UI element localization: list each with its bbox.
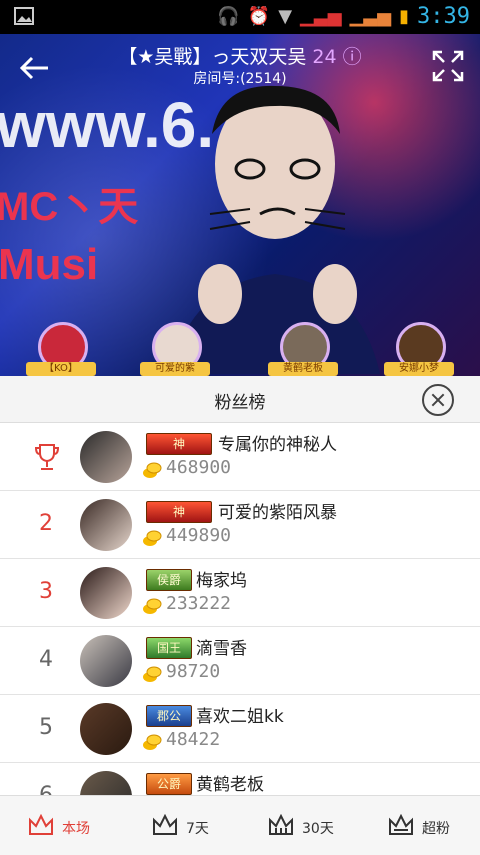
user-name: 喜欢二姐kk — [196, 707, 284, 727]
rank-number: 4 — [39, 647, 53, 672]
top-fan-label: 可爱的紫 — [140, 362, 210, 376]
avatar — [80, 567, 132, 619]
crown-icon — [269, 814, 293, 835]
score: 98720 — [166, 661, 221, 682]
top-fans-row: 【KO】 可爱的紫 黄鹤老板 安娜小梦 — [0, 318, 480, 376]
avatar — [80, 499, 132, 551]
viewer-count: 24 — [312, 46, 337, 68]
streamer-name: 【★吴戰】っ天双天吴 — [118, 46, 307, 68]
rank-number: 3 — [39, 579, 53, 604]
table-row[interactable]: 2 神 可爱的紫陌风暴 449890 — [0, 491, 480, 559]
level-badge: 神 — [146, 433, 212, 455]
avatar — [80, 431, 132, 483]
user-name: 专属你的神秘人 — [218, 435, 337, 455]
coin-icon — [143, 734, 162, 750]
tab-this-session[interactable]: 本场 — [0, 796, 120, 855]
rank-number: 5 — [39, 715, 53, 740]
score: 233222 — [166, 593, 232, 614]
player-top-bar: 【★吴戰】っ天双天吴 24 ⓘ 房间号:(2514) — [0, 34, 480, 104]
top-fan-label: 黄鹤老板 — [268, 362, 338, 376]
top-fan-label: 安娜小梦 — [384, 362, 454, 376]
score: 468900 — [166, 457, 232, 478]
top-fan[interactable]: 黄鹤老板 — [268, 318, 338, 376]
level-badge: 郡公 — [146, 705, 192, 727]
tab-label: 本场 — [62, 821, 90, 837]
top-fan-label: 【KO】 — [26, 362, 96, 376]
tab-label: 超粉 — [422, 821, 450, 837]
score: 449890 — [166, 525, 232, 546]
crown-icon — [29, 814, 53, 835]
room-number: 房间号:(2514) — [193, 71, 287, 87]
room-title: 【★吴戰】っ天双天吴 24 ⓘ — [90, 42, 390, 69]
clock: 3:39 — [417, 4, 470, 29]
fans-ranking-header: 粉丝榜 — [0, 376, 480, 423]
tab-label: 7天 — [186, 821, 209, 837]
coin-icon — [143, 598, 162, 614]
score: 48422 — [166, 729, 221, 750]
headphones-icon: 🎧 — [217, 6, 240, 27]
battery-icon: ▮ — [399, 6, 410, 27]
coin-icon — [143, 462, 162, 478]
viewer-icon: ⓘ — [336, 46, 362, 68]
level-badge: 神 — [146, 501, 212, 523]
top-fan[interactable]: 可爱的紫 — [140, 318, 210, 376]
level-badge: 国王 — [146, 637, 192, 659]
alarm-icon: ⏰ — [247, 6, 271, 27]
table-row[interactable]: 5 郡公 喜欢二姐kk 48422 — [0, 695, 480, 763]
tab-7-days[interactable]: 7天 — [124, 796, 244, 855]
crown-icon — [389, 814, 413, 835]
signal-icon: ▁▃▅ — [300, 6, 342, 27]
table-row[interactable]: 3 侯爵 梅家坞 233222 — [0, 559, 480, 627]
level-badge: 侯爵 — [146, 569, 192, 591]
user-name: 滴雪香 — [196, 639, 247, 659]
level-badge: 公爵 — [146, 773, 192, 795]
table-row[interactable]: 4 国王 滴雪香 98720 — [0, 627, 480, 695]
avatar — [80, 635, 132, 687]
rank-number: 6 — [26, 783, 66, 795]
trophy-icon — [34, 444, 60, 470]
gallery-icon — [14, 7, 34, 29]
user-name: 梅家坞 — [196, 571, 247, 591]
status-bar: 🎧 ⏰ ▼ ▁▃▅ ▁▃▅ ▮ 3:39 — [0, 0, 480, 34]
avatar — [80, 703, 132, 755]
signal-2g-icon: ▁▃▅ — [349, 6, 392, 27]
overlay-text: Musi — [0, 240, 99, 289]
tab-label: 30天 — [302, 821, 334, 837]
crown-icon — [153, 814, 177, 835]
panel-title: 粉丝榜 — [214, 393, 266, 413]
leaderboard-list[interactable]: 神 专属你的神秘人 468900 2 神 可爱的紫陌风暴 449890 3 侯爵… — [0, 423, 480, 795]
top-fan[interactable]: 【KO】 — [26, 318, 96, 376]
table-row[interactable]: 神 专属你的神秘人 468900 — [0, 423, 480, 491]
ranking-period-tabs: 本场 7天 30天 超粉 — [0, 795, 480, 855]
back-arrow-icon[interactable] — [16, 50, 52, 86]
user-name: 黄鹤老板 — [196, 775, 264, 795]
table-row[interactable]: 6 公爵 黄鹤老板 — [0, 763, 480, 795]
tab-30-days[interactable]: 30天 — [240, 796, 360, 855]
close-icon[interactable] — [422, 384, 454, 416]
top-fan[interactable]: 安娜小梦 — [384, 318, 454, 376]
overlay-text: MC丶天 — [0, 185, 139, 229]
user-name: 可爱的紫陌风暴 — [218, 503, 337, 523]
tab-super-fans[interactable]: 超粉 — [360, 796, 480, 855]
fullscreen-icon[interactable] — [432, 50, 464, 82]
coin-icon — [143, 666, 162, 682]
coin-icon — [143, 530, 162, 546]
rank-number: 2 — [39, 511, 53, 536]
avatar — [80, 771, 132, 795]
wifi-icon: ▼ — [278, 6, 293, 27]
